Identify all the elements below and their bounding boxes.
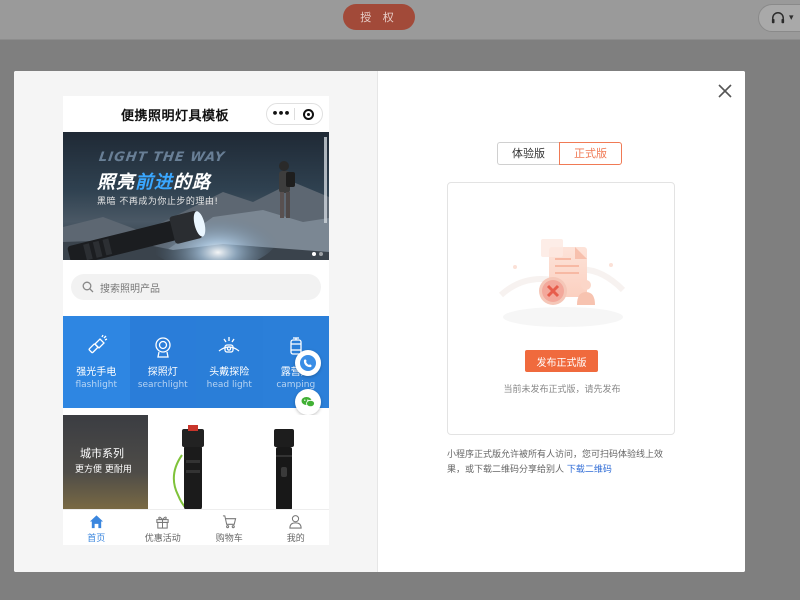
version-panel: 体验版 正式版 发布正式版 当前未发布正式版，请先发布 小程序正式版允许被所有人… <box>378 71 745 572</box>
download-qrcode-link[interactable]: 下载二维码 <box>567 465 612 475</box>
carousel-indicator[interactable] <box>312 252 323 256</box>
category-label: 强光手电 <box>76 367 117 378</box>
cart-icon <box>222 515 237 529</box>
release-description: 小程序正式版允许被所有人访问，您可扫码体验线上效果，或下载二维码分享给别人 下载… <box>447 448 677 478</box>
category-sub: head light <box>206 380 252 390</box>
category-label: 探照灯 <box>147 367 178 378</box>
miniapp-capsule[interactable]: ••• <box>266 103 323 125</box>
product-card[interactable] <box>148 415 238 511</box>
flashlight-product-image <box>172 425 204 511</box>
call-float-button[interactable] <box>295 350 321 376</box>
banner-english-slogan: LIGHT THE WAY <box>97 150 227 165</box>
flashlight-icon <box>88 334 108 354</box>
search-placeholder: 搜索照明产品 <box>100 283 160 295</box>
searchlight-icon <box>155 337 171 358</box>
headlamp-icon <box>218 337 240 353</box>
phone-icon <box>300 355 316 371</box>
search-input[interactable]: 搜索照明产品 <box>71 274 321 300</box>
category-flashlight[interactable]: 强光手电 flashlight <box>63 316 130 408</box>
user-icon <box>289 515 302 529</box>
category-sub: flashlight <box>75 380 118 390</box>
flashlight-product-image <box>274 429 294 510</box>
city-series-sub: 更方便 更耐用 <box>75 465 132 475</box>
close-icon <box>718 84 732 98</box>
headset-icon <box>771 12 785 24</box>
phone-preview-area: 便携照明灯具模板 ••• LIGHT THE WAY 照亮前进的路 黑暗 不再成… <box>14 71 378 572</box>
version-switch: 体验版 正式版 <box>497 142 622 165</box>
empty-hint: 当前未发布正式版，请先发布 <box>503 385 621 395</box>
category-headlamp[interactable]: 头戴探险 head light <box>196 316 263 408</box>
close-miniapp-icon[interactable] <box>295 108 322 120</box>
banner-subline: 黑暗 不再成为你止步的理由! <box>97 197 219 207</box>
tab-label: 我的 <box>286 534 305 544</box>
wechat-float-button[interactable] <box>295 389 321 415</box>
tab-label: 优惠活动 <box>144 534 181 544</box>
support-button[interactable]: ▾ <box>758 4 800 32</box>
category-searchlight[interactable]: 探照灯 searchlight <box>129 316 196 408</box>
city-series-title: 城市系列 <box>80 447 124 460</box>
more-icon[interactable]: ••• <box>267 104 294 124</box>
authorize-button[interactable]: 授 权 <box>343 4 415 30</box>
product-row: 城市系列 更方便 更耐用 <box>63 415 329 511</box>
miniapp-navbar: 便携照明灯具模板 ••• <box>63 96 329 132</box>
tab-promotions[interactable]: 优惠活动 <box>130 510 197 545</box>
search-wrap: 搜索照明产品 <box>63 260 329 310</box>
description-text: 小程序正式版允许被所有人访问，您可扫码体验线上效果，或下载二维码分享给别人 <box>447 450 664 475</box>
wechat-icon <box>301 397 315 408</box>
category-sub: searchlight <box>137 380 188 390</box>
tab-cart[interactable]: 购物车 <box>196 510 263 545</box>
tab-release-version[interactable]: 正式版 <box>559 142 622 165</box>
category-label: 头戴探险 <box>209 367 250 378</box>
phone-preview: 便携照明灯具模板 ••• LIGHT THE WAY 照亮前进的路 黑暗 不再成… <box>63 96 329 545</box>
tab-home[interactable]: 首页 <box>63 510 130 545</box>
banner-slogan-suffix: 的路 <box>173 172 211 193</box>
search-icon <box>82 281 94 293</box>
chevron-down-icon: ▾ <box>789 13 794 23</box>
close-button[interactable] <box>717 83 733 99</box>
tab-profile[interactable]: 我的 <box>263 510 330 545</box>
gift-icon <box>156 516 169 529</box>
tab-bar: 首页 优惠活动 购物车 我的 <box>63 509 329 545</box>
banner-slogan-prefix: 照亮 <box>97 172 135 193</box>
tab-label: 首页 <box>87 534 106 544</box>
tab-trial-version[interactable]: 体验版 <box>497 142 559 165</box>
banner-slogan-highlight: 前进 <box>135 172 173 193</box>
city-series-card[interactable]: 城市系列 更方便 更耐用 <box>63 415 148 510</box>
empty-state-illustration <box>498 239 626 327</box>
publish-release-button[interactable]: 发布正式版 <box>525 350 598 372</box>
category-grid: 强光手电 flashlight 探照灯 searchlight 头戴探险 hea… <box>63 316 329 408</box>
home-icon <box>89 515 103 529</box>
hero-banner[interactable]: LIGHT THE WAY 照亮前进的路 黑暗 不再成为你止步的理由! <box>63 132 329 260</box>
tab-label: 购物车 <box>215 534 243 544</box>
page-title: 便携照明灯具模板 <box>120 108 229 124</box>
banner-slogan: 照亮前进的路 <box>97 168 211 194</box>
preview-modal: 便携照明灯具模板 ••• LIGHT THE WAY 照亮前进的路 黑暗 不再成… <box>14 71 745 572</box>
release-status-card: 发布正式版 当前未发布正式版，请先发布 <box>447 182 675 435</box>
product-card[interactable] <box>238 415 328 510</box>
